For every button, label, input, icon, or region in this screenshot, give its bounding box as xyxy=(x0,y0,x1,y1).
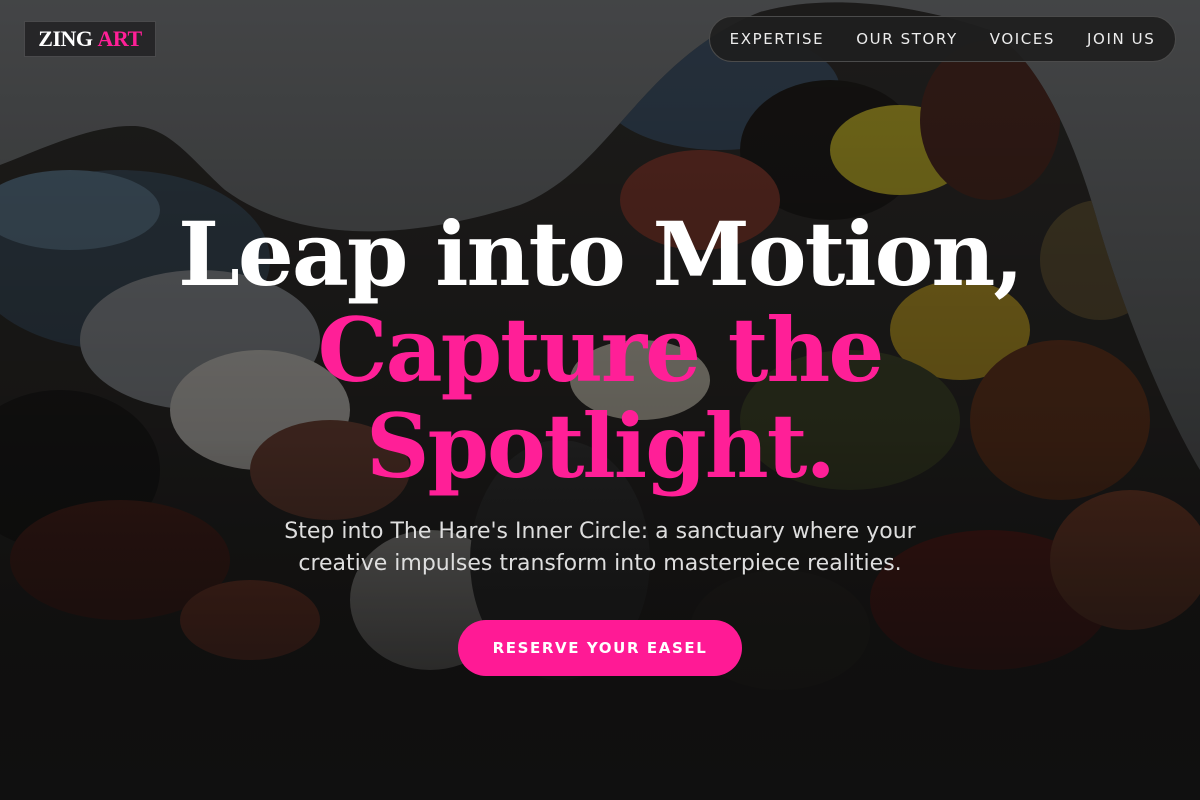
hero-subtitle: Step into The Hare's Inner Circle: a san… xyxy=(284,519,916,576)
brand-logo[interactable]: ZING ART xyxy=(24,21,156,57)
nav-link-join-us[interactable]: JOIN US xyxy=(1087,30,1155,48)
nav-link-voices[interactable]: VOICES xyxy=(990,30,1055,48)
hero-headline-line1: Leap into Motion, xyxy=(178,202,1024,306)
logo-word-zing: ZING xyxy=(38,26,93,51)
hero-headline-line2: Capture the xyxy=(317,298,885,402)
reserve-easel-button[interactable]: RESERVE YOUR EASEL xyxy=(458,620,742,676)
main-nav: EXPERTISE OUR STORY VOICES JOIN US xyxy=(709,16,1176,62)
hero-headline: Leap into Motion, Capture the Spotlight. xyxy=(0,206,1200,494)
nav-link-our-story[interactable]: OUR STORY xyxy=(856,30,958,48)
nav-link-expertise[interactable]: EXPERTISE xyxy=(730,30,825,48)
hero-headline-line3: Spotlight. xyxy=(365,394,836,498)
logo-word-art: ART xyxy=(97,26,143,51)
